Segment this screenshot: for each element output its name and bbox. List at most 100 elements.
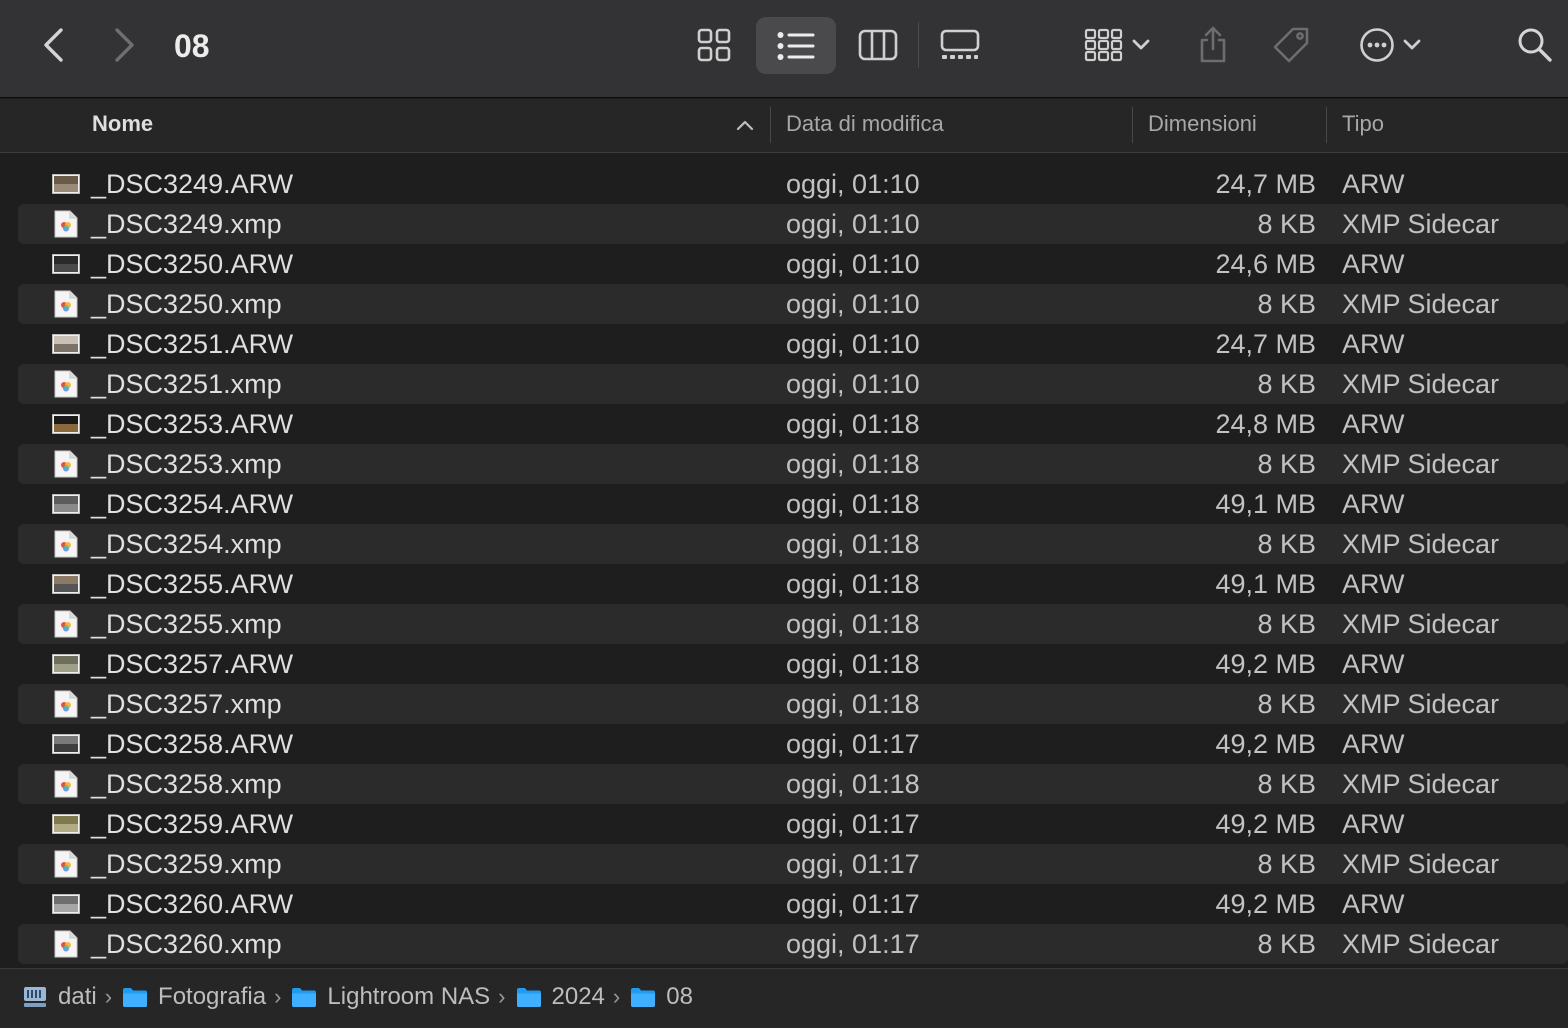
file-row[interactable]: _DSC3258.ARW oggi, 01:17 49,2 MB ARW — [18, 724, 1568, 764]
file-date: oggi, 01:17 — [786, 889, 920, 919]
breadcrumb-item[interactable]: dati — [22, 983, 97, 1011]
more-icon — [1360, 28, 1394, 62]
file-name: _DSC3249.xmp — [91, 209, 282, 239]
file-row[interactable]: _DSC3255.xmp oggi, 01:18 8 KB XMP Sidecar — [18, 604, 1568, 644]
file-date: oggi, 01:10 — [786, 289, 920, 319]
file-date: oggi, 01:10 — [786, 169, 920, 199]
file-row[interactable]: _DSC3249.xmp oggi, 01:10 8 KB XMP Sidecar — [18, 204, 1568, 244]
file-kind: XMP Sidecar — [1342, 449, 1500, 479]
file-row[interactable]: _DSC3260.ARW oggi, 01:17 49,2 MB ARW — [18, 884, 1568, 924]
file-row[interactable]: _DSC3250.ARW oggi, 01:10 24,6 MB ARW — [18, 244, 1568, 284]
icon-view-button[interactable] — [686, 18, 742, 72]
file-row[interactable]: _DSC3253.ARW oggi, 01:18 24,8 MB ARW — [18, 404, 1568, 444]
file-row[interactable]: _DSC3254.xmp oggi, 01:18 8 KB XMP Sidecar — [18, 524, 1568, 564]
file-date: oggi, 01:18 — [786, 449, 920, 479]
file-date: oggi, 01:17 — [786, 809, 920, 839]
chevron-right-icon — [115, 28, 134, 62]
file-name: _DSC3251.xmp — [91, 369, 282, 399]
xmp-file-icon — [52, 930, 80, 958]
list-view-button[interactable] — [756, 17, 836, 74]
column-view-button[interactable] — [850, 18, 906, 72]
raw-thumb-icon — [52, 250, 80, 278]
column-divider[interactable] — [1132, 107, 1133, 143]
file-size: 49,2 MB — [1215, 889, 1316, 919]
file-name: _DSC3250.xmp — [91, 289, 282, 319]
file-name: _DSC3250.ARW — [91, 249, 294, 279]
file-date: oggi, 01:10 — [786, 369, 920, 399]
file-size: 8 KB — [1257, 529, 1316, 559]
column-divider[interactable] — [770, 107, 771, 143]
file-kind: XMP Sidecar — [1342, 609, 1500, 639]
file-row[interactable]: _DSC3251.ARW oggi, 01:10 24,7 MB ARW — [18, 324, 1568, 364]
file-row[interactable]: _DSC3250.xmp oggi, 01:10 8 KB XMP Sidecar — [18, 284, 1568, 324]
file-name: _DSC3259.xmp — [91, 849, 282, 879]
file-row[interactable]: _DSC3253.xmp oggi, 01:18 8 KB XMP Sidecar — [18, 444, 1568, 484]
path-bar: dati › Fotografia › Lightroom NAS › 2024 › 08 — [0, 968, 1568, 1028]
gallery-view-button[interactable] — [930, 18, 990, 72]
breadcrumb-separator-icon: › — [104, 984, 113, 1009]
search-button[interactable] — [1508, 18, 1562, 72]
chevron-down-icon — [1132, 39, 1150, 50]
folder-icon — [122, 984, 150, 1010]
file-date: oggi, 01:18 — [786, 489, 920, 519]
file-row[interactable]: _DSC3257.xmp oggi, 01:18 8 KB XMP Sidecar — [18, 684, 1568, 724]
file-name: _DSC3258.xmp — [91, 769, 282, 799]
file-row[interactable]: _DSC3259.ARW oggi, 01:17 49,2 MB ARW — [18, 804, 1568, 844]
file-size: 8 KB — [1257, 449, 1316, 479]
file-kind: ARW — [1342, 569, 1405, 599]
file-name: _DSC3255.xmp — [91, 609, 282, 639]
window-title: 08 — [174, 28, 210, 64]
file-size: 24,6 MB — [1215, 249, 1316, 279]
back-button[interactable] — [30, 22, 78, 68]
list-view-icon — [777, 31, 815, 60]
raw-thumb-icon — [52, 410, 80, 438]
file-row[interactable]: _DSC3259.xmp oggi, 01:17 8 KB XMP Sidecar — [18, 844, 1568, 884]
column-header-kind[interactable]: Tipo — [1342, 99, 1384, 153]
breadcrumb: dati › Fotografia › Lightroom NAS › 2024 › 08 — [22, 977, 693, 1017]
file-kind: XMP Sidecar — [1342, 209, 1500, 239]
file-date: oggi, 01:18 — [786, 689, 920, 719]
breadcrumb-item[interactable]: 2024 — [516, 983, 605, 1011]
column-header-date[interactable]: Data di modifica — [786, 99, 944, 153]
column-divider[interactable] — [1326, 107, 1327, 143]
file-row[interactable]: _DSC3255.ARW oggi, 01:18 49,1 MB ARW — [18, 564, 1568, 604]
file-name: _DSC3260.xmp — [91, 929, 282, 959]
file-kind: ARW — [1342, 889, 1405, 919]
file-row[interactable]: _DSC3249.ARW oggi, 01:10 24,7 MB ARW — [18, 164, 1568, 204]
tag-button[interactable] — [1264, 18, 1318, 72]
breadcrumb-item[interactable]: 08 — [630, 983, 693, 1011]
file-date: oggi, 01:17 — [786, 929, 920, 959]
file-name: _DSC3257.ARW — [91, 649, 294, 679]
search-icon — [1518, 28, 1552, 62]
share-button[interactable] — [1188, 18, 1238, 72]
file-size: 8 KB — [1257, 689, 1316, 719]
file-kind: XMP Sidecar — [1342, 849, 1500, 879]
column-header-name[interactable]: Nome — [92, 99, 153, 153]
breadcrumb-separator-icon: › — [274, 984, 282, 1009]
forward-button[interactable] — [100, 22, 148, 68]
breadcrumb-item[interactable]: Lightroom NAS — [291, 983, 490, 1011]
file-date: oggi, 01:18 — [786, 569, 920, 599]
file-date: oggi, 01:18 — [786, 649, 920, 679]
file-row[interactable]: _DSC3260.xmp oggi, 01:17 8 KB XMP Sidecar — [18, 924, 1568, 964]
file-row[interactable]: _DSC3258.xmp oggi, 01:18 8 KB XMP Sidecar — [18, 764, 1568, 804]
folder-icon — [291, 984, 319, 1010]
file-kind: ARW — [1342, 409, 1405, 439]
file-row[interactable]: _DSC3257.ARW oggi, 01:18 49,2 MB ARW — [18, 644, 1568, 684]
file-row[interactable]: _DSC3251.xmp oggi, 01:10 8 KB XMP Sidecar — [18, 364, 1568, 404]
file-date: oggi, 01:10 — [786, 329, 920, 359]
file-size: 8 KB — [1257, 209, 1316, 239]
file-kind: XMP Sidecar — [1342, 369, 1500, 399]
file-row[interactable]: _DSC3254.ARW oggi, 01:18 49,1 MB ARW — [18, 484, 1568, 524]
file-name: _DSC3259.ARW — [91, 809, 294, 839]
file-kind: ARW — [1342, 729, 1405, 759]
column-header-size[interactable]: Dimensioni — [1148, 99, 1257, 153]
file-size: 8 KB — [1257, 929, 1316, 959]
file-size: 8 KB — [1257, 609, 1316, 639]
group-button[interactable] — [1074, 18, 1162, 72]
breadcrumb-item[interactable]: Fotografia — [122, 983, 266, 1011]
file-date: oggi, 01:18 — [786, 529, 920, 559]
more-button[interactable] — [1350, 18, 1432, 72]
file-date: oggi, 01:17 — [786, 849, 920, 879]
xmp-file-icon — [52, 450, 80, 478]
